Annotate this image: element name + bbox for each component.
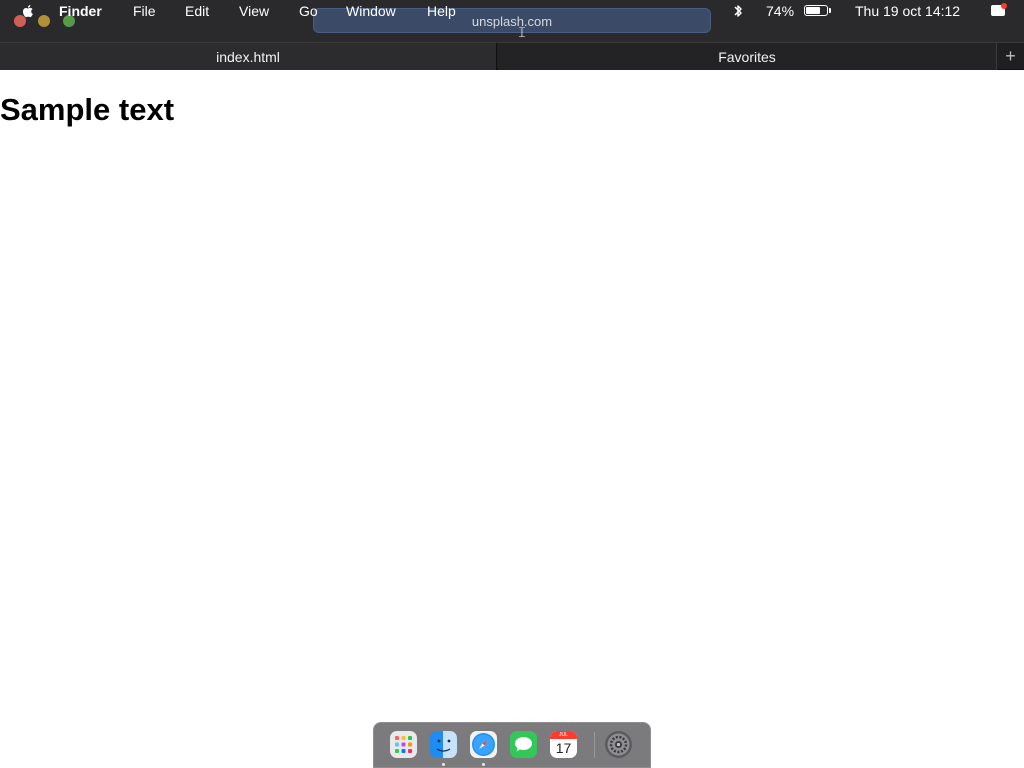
menu-window[interactable]: Window <box>346 3 396 19</box>
dock: JUL 17 <box>373 722 651 768</box>
calendar-day: 17 <box>555 740 572 756</box>
new-tab-button[interactable]: + <box>996 43 1024 70</box>
calendar-month: JUL <box>550 731 577 739</box>
battery-level-fill <box>806 7 820 14</box>
text-cursor-icon: 𝙸 <box>517 25 527 41</box>
apple-menu-icon[interactable] <box>20 3 36 19</box>
tab-label: index.html <box>216 48 280 65</box>
finder-icon[interactable] <box>430 731 457 758</box>
safari-running-indicator <box>482 763 485 766</box>
menu-edit[interactable]: Edit <box>185 3 209 19</box>
safari-icon[interactable] <box>470 731 497 758</box>
app-menu-finder[interactable]: Finder <box>59 3 102 19</box>
finder-running-indicator <box>442 763 445 766</box>
tab-label: Favorites <box>718 48 776 65</box>
page-content: Sample text <box>0 70 1024 768</box>
system-settings-icon[interactable] <box>605 731 632 758</box>
menu-help[interactable]: Help <box>427 3 456 19</box>
calendar-icon[interactable]: JUL 17 <box>550 731 577 758</box>
battery-icon[interactable] <box>804 5 828 16</box>
notification-badge <box>1001 3 1007 9</box>
dock-separator <box>594 732 595 758</box>
battery-nub <box>829 8 831 13</box>
messages-icon[interactable] <box>510 731 537 758</box>
tab-bar: index.html Favorites + <box>0 42 1024 70</box>
tab-favorites[interactable]: Favorites <box>498 43 996 70</box>
launchpad-icon[interactable] <box>390 731 417 758</box>
bluetooth-icon[interactable] <box>731 3 745 19</box>
page-heading: Sample text <box>0 92 175 127</box>
menu-file[interactable]: File <box>133 3 156 19</box>
menu-view[interactable]: View <box>239 3 269 19</box>
menu-bar: Finder File Edit View Go Window Help 74%… <box>0 0 1024 22</box>
battery-percent: 74% <box>766 3 795 19</box>
tab-index-html[interactable]: index.html <box>0 43 497 70</box>
menu-go[interactable]: Go <box>299 3 318 19</box>
menu-clock[interactable]: Thu 19 oct 14:12 <box>855 3 960 19</box>
